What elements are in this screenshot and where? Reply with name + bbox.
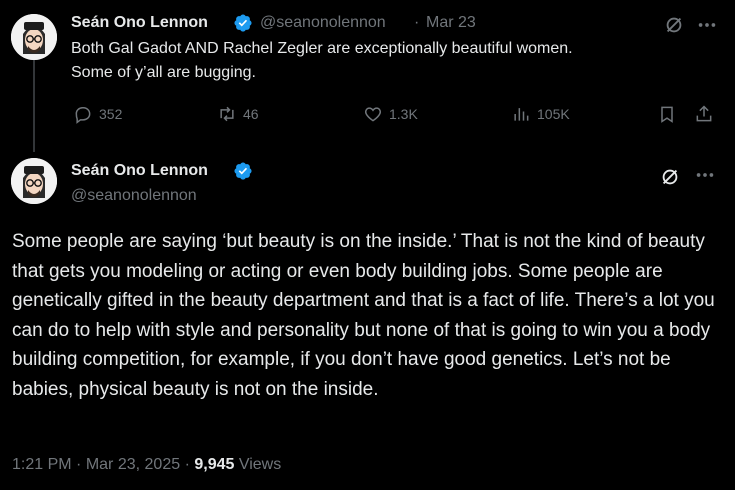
- tweet-text: Both Gal Gadot AND Rachel Zegler are exc…: [71, 37, 671, 85]
- views-label: Views: [238, 456, 282, 473]
- reply-icon: [75, 107, 91, 124]
- share-button[interactable]: [694, 104, 714, 124]
- separator-dot: ·: [414, 14, 420, 31]
- display-name[interactable]: Seán Ono Lennon: [71, 162, 208, 180]
- tweet-time[interactable]: 1:21 PM: [12, 456, 72, 473]
- verified-badge-icon: [234, 14, 252, 32]
- handle[interactable]: @seanonolennon: [71, 187, 197, 205]
- reply-count: 352: [99, 106, 123, 122]
- tweet-date[interactable]: Mar 23: [426, 14, 476, 32]
- grok-icon[interactable]: [663, 14, 685, 36]
- retweet-icon: [220, 106, 234, 122]
- retweet-button[interactable]: 46: [217, 104, 259, 124]
- avatar[interactable]: [11, 14, 57, 60]
- share-icon: [696, 105, 712, 122]
- analytics-icon: [514, 108, 529, 121]
- separator-dot: ·: [184, 456, 190, 473]
- more-options-icon[interactable]: [696, 14, 718, 36]
- avatar[interactable]: [11, 158, 57, 204]
- thread-connector-line: [33, 60, 35, 152]
- tweet-metadata: 1:21 PM · Mar 23, 2025 · 9,945 Views: [12, 456, 281, 474]
- like-count: 1.3K: [389, 106, 418, 122]
- views-count: 105K: [537, 106, 570, 122]
- views-button[interactable]: 105K: [511, 104, 570, 124]
- more-options-icon[interactable]: [694, 164, 716, 186]
- bookmark-icon: [661, 106, 673, 123]
- tweet-full-date[interactable]: Mar 23, 2025: [86, 456, 180, 473]
- like-button[interactable]: 1.3K: [363, 104, 418, 124]
- separator-dot: ·: [76, 456, 82, 473]
- avatar-illustration: [11, 158, 57, 204]
- retweet-count: 46: [243, 106, 259, 122]
- heart-icon: [364, 107, 382, 122]
- bookmark-button[interactable]: [657, 104, 677, 124]
- avatar-illustration: [11, 14, 57, 60]
- verified-badge-icon: [234, 162, 252, 180]
- reply-button[interactable]: 352: [73, 104, 122, 124]
- tweet-text-line: Both Gal Gadot AND Rachel Zegler are exc…: [71, 40, 573, 57]
- views-total: 9,945: [194, 456, 235, 473]
- tweet-body: Some people are saying ‘but beauty is on…: [12, 231, 715, 400]
- handle[interactable]: @seanonolennon: [260, 14, 386, 32]
- tweet-text-line: Some of y’all are bugging.: [71, 64, 256, 81]
- grok-icon[interactable]: [659, 166, 681, 188]
- display-name[interactable]: Seán Ono Lennon: [71, 14, 208, 32]
